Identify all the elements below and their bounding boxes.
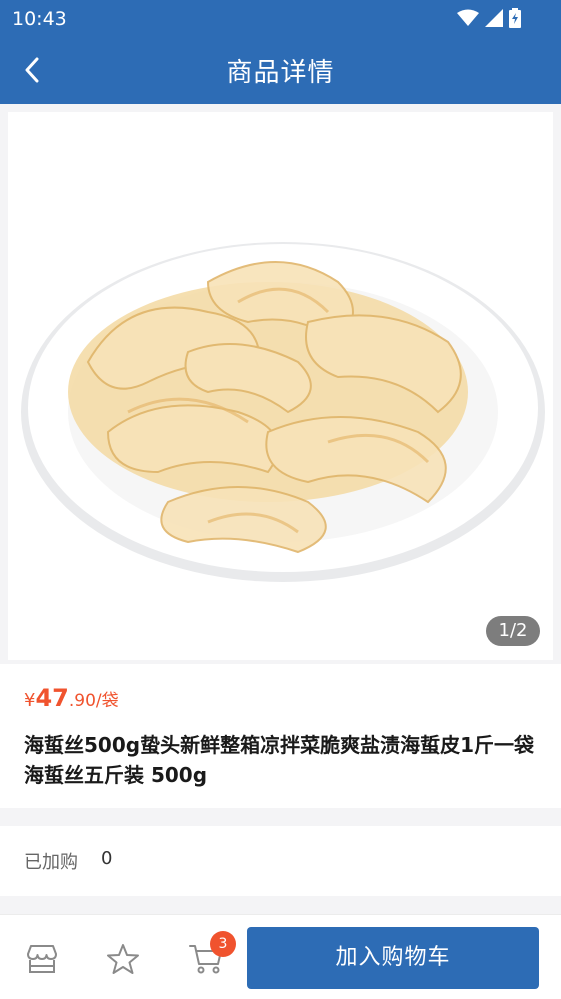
status-icons [457, 8, 521, 28]
product-image[interactable]: 1/2 [8, 112, 553, 660]
store-icon [27, 945, 57, 973]
star-icon [107, 944, 139, 974]
wifi-icon [457, 9, 479, 26]
status-time: 10:43 [12, 8, 67, 30]
added-label: 已加购 [24, 852, 78, 873]
store-button[interactable] [24, 941, 60, 977]
favorite-button[interactable] [105, 941, 141, 977]
price: ¥47.90/袋 [24, 684, 119, 712]
image-pager: 1/2 [486, 616, 540, 646]
price-integer: 47 [35, 684, 69, 712]
add-to-cart-button[interactable]: 加入购物车 [247, 927, 539, 989]
battery-icon [509, 8, 521, 28]
price-unit: /袋 [95, 691, 119, 711]
product-gallery[interactable]: 1/2 [0, 104, 561, 662]
product-name: 海蜇丝500g蛰头新鲜整箱凉拌菜脆爽盐渍海蜇皮1斤一袋海蜇丝五斤装 500g [24, 733, 534, 787]
price-decimal: .90 [68, 691, 96, 711]
page-title: 商品详情 [226, 58, 335, 88]
top-app-bar: 商品详情 [0, 38, 561, 104]
added-count: 0 [101, 848, 113, 869]
signal-icon [485, 9, 503, 27]
added-row: 已加购 0 [0, 826, 561, 896]
product-photo [21, 242, 545, 582]
status-bar: 10:43 [0, 0, 561, 38]
cart-badge: 3 [210, 931, 236, 957]
bottom-action-bar: 3 加入购物车 [0, 914, 561, 999]
price-currency: ¥ [24, 690, 36, 711]
product-info: ¥47.90/袋 海蜇丝500g蛰头新鲜整箱凉拌菜脆爽盐渍海蜇皮1斤一袋海蜇丝五… [0, 664, 561, 808]
